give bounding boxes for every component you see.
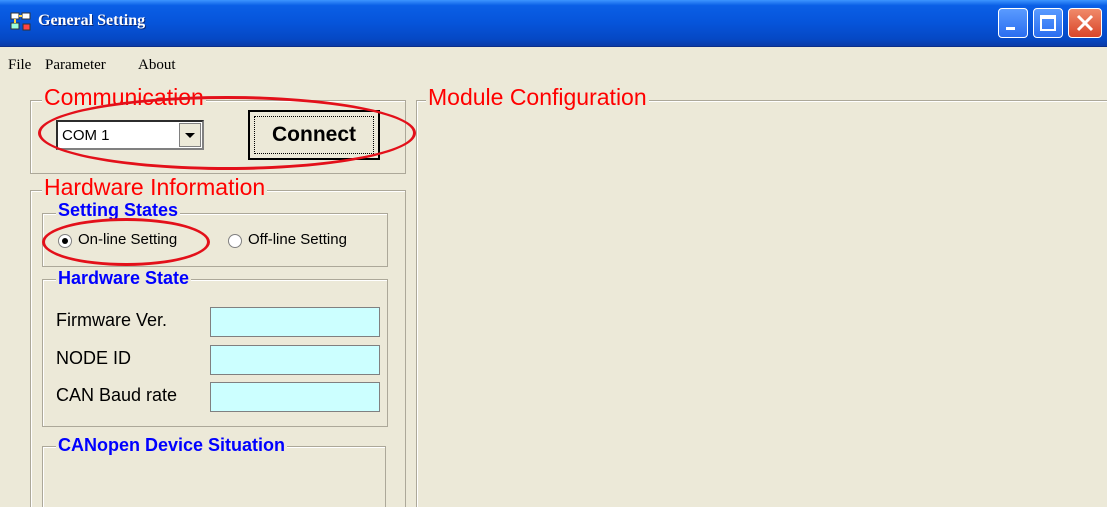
close-button[interactable] xyxy=(1068,8,1102,38)
node-id-label: NODE ID xyxy=(56,348,132,368)
offline-setting-label[interactable]: Off-line Setting xyxy=(248,231,347,248)
menu-bar: File Parameter About xyxy=(0,47,1107,87)
can-baud-rate-field[interactable] xyxy=(210,382,380,412)
module-configuration-legend: Module Configuration xyxy=(426,84,649,111)
node-id-field[interactable] xyxy=(210,345,380,375)
hardware-information-legend: Hardware Information xyxy=(42,174,268,201)
menu-file[interactable]: File xyxy=(8,57,31,74)
minimize-icon xyxy=(1006,27,1015,30)
highlight-ellipse-communication xyxy=(38,96,416,170)
menu-parameter[interactable]: Parameter xyxy=(45,57,106,74)
firmware-version-field[interactable] xyxy=(210,307,380,337)
highlight-ellipse-online-setting xyxy=(42,218,210,266)
window-title: General Setting xyxy=(38,12,146,29)
app-icon xyxy=(10,12,31,31)
firmware-version-label: Firmware Ver. xyxy=(56,310,168,330)
canopen-device-situation-legend: CANopen Device Situation xyxy=(56,435,288,456)
title-bar[interactable]: General Setting xyxy=(0,0,1107,47)
maximize-button[interactable] xyxy=(1033,8,1063,38)
module-configuration-group xyxy=(416,100,1107,507)
minimize-button[interactable] xyxy=(998,8,1028,38)
close-icon xyxy=(1076,14,1094,32)
offline-setting-radio[interactable] xyxy=(228,234,242,248)
can-baud-rate-label: CAN Baud rate xyxy=(56,385,178,405)
maximize-icon xyxy=(1040,15,1056,31)
menu-about[interactable]: About xyxy=(138,57,176,74)
hardware-state-legend: Hardware State xyxy=(56,268,192,289)
